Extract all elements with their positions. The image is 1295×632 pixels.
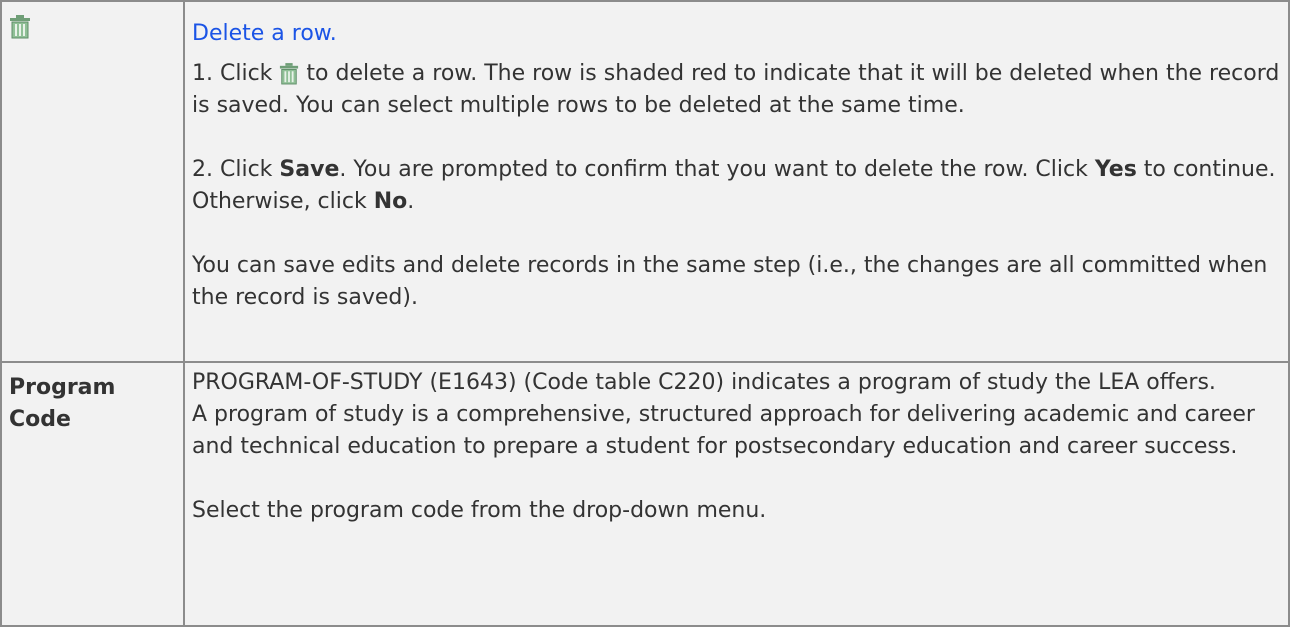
- help-table: Delete a row. 1. Click to delete a row. …: [0, 0, 1290, 627]
- save-label: Save: [279, 157, 340, 182]
- trash-icon: [279, 63, 299, 85]
- step-2-d: .: [407, 189, 415, 214]
- step-2-a: 2. Click: [192, 157, 273, 182]
- step-2: 2. Click Save. You are prompted to confi…: [192, 154, 1282, 218]
- save-note: You can save edits and delete records in…: [192, 253, 1268, 310]
- program-of-study-desc: PROGRAM-OF-STUDY (E1643) (Code table C22…: [192, 370, 1216, 395]
- icon-cell: [0, 0, 185, 363]
- program-of-study-definition: A program of study is a comprehensive, s…: [192, 402, 1255, 459]
- step-1: 1. Click to delete a row. The row is sha…: [192, 58, 1282, 122]
- step-2-b: . You are prompted to confirm that you w…: [339, 157, 1088, 182]
- table-row-program-code: Program Code PROGRAM-OF-STUDY (E1643) (C…: [0, 361, 1290, 627]
- step-1-before: 1. Click: [192, 61, 273, 86]
- no-label: No: [373, 189, 408, 214]
- delete-row-link[interactable]: Delete a row.: [192, 6, 1282, 58]
- program-code-label: Program Code: [9, 375, 116, 432]
- table-row-delete: Delete a row. 1. Click to delete a row. …: [0, 0, 1290, 363]
- program-code-description: PROGRAM-OF-STUDY (E1643) (Code table C22…: [183, 361, 1290, 627]
- label-cell: Program Code: [0, 361, 185, 627]
- yes-label: Yes: [1094, 157, 1137, 182]
- step-1-after: to delete a row. The row is shaded red t…: [192, 61, 1280, 118]
- trash-icon: [9, 15, 31, 39]
- select-instruction: Select the program code from the drop-do…: [192, 498, 767, 523]
- delete-row-description: Delete a row. 1. Click to delete a row. …: [183, 0, 1290, 363]
